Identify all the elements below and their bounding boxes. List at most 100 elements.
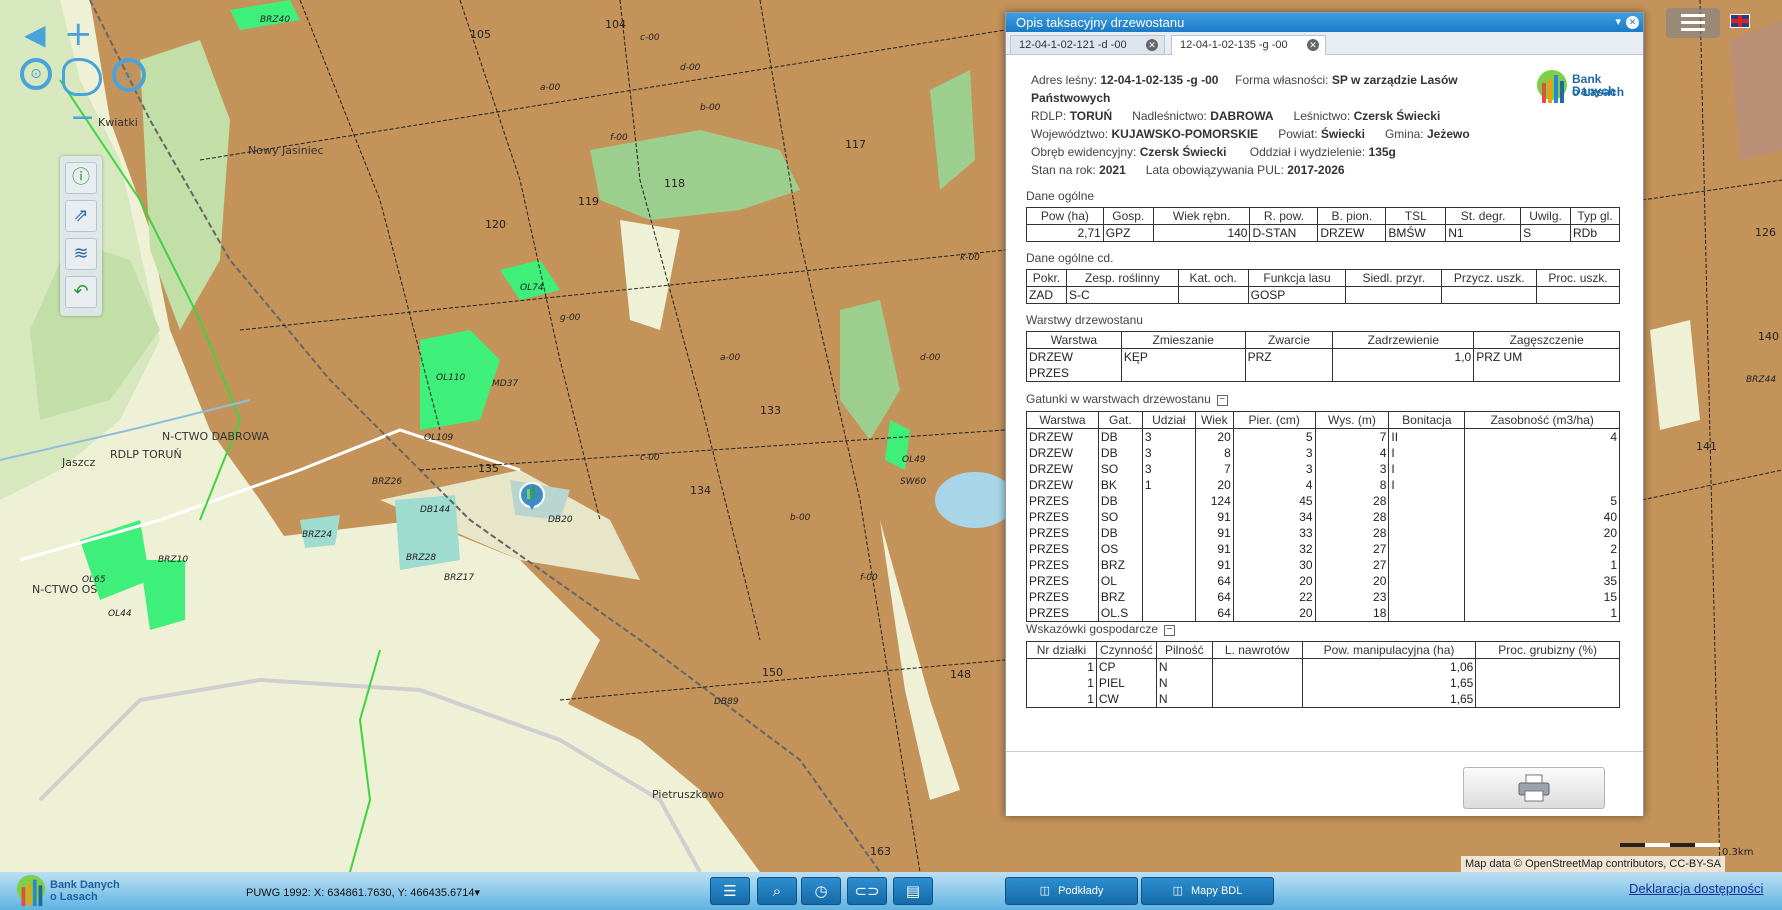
- basemaps-button[interactable]: ◫ Podkłady: [1005, 877, 1138, 905]
- info-line-1: Adres leśny: 12-04-1-02-135 -g -00 Forma…: [1031, 73, 1458, 105]
- table-cell: 7: [1314, 428, 1390, 445]
- table-cell: BK: [1097, 477, 1143, 493]
- svg-text:DB144: DB144: [420, 505, 451, 515]
- table-cell: 1,65: [1301, 691, 1477, 708]
- table-cell: PRZES: [1026, 557, 1099, 573]
- info-icon[interactable]: ⓘ: [65, 162, 97, 194]
- minimize-icon[interactable]: ▾: [1615, 13, 1621, 32]
- table-cell: 4: [1232, 477, 1316, 493]
- info-line-3: Województwo: KUJAWSKO-POMORSKIE Powiat: …: [1031, 127, 1470, 141]
- zoom-out-icon[interactable]: −: [70, 100, 95, 135]
- table-cell: [1141, 605, 1196, 622]
- print-button[interactable]: [1463, 767, 1605, 809]
- map-toolbar: ⓘ ⇗ ≋ ↶: [60, 156, 102, 316]
- link-button[interactable]: ⊂⊃: [847, 877, 887, 905]
- layers-database-icon[interactable]: ≋: [65, 238, 97, 270]
- place-nowy-jasiniec: Nowy Jasiniec: [248, 144, 324, 157]
- table-cell: [1388, 541, 1466, 557]
- table-cell: 2: [1464, 541, 1620, 557]
- locate-icon[interactable]: ⊙: [20, 58, 52, 90]
- table-cell: [1211, 658, 1303, 675]
- table-cell: [1141, 573, 1196, 589]
- legend-button[interactable]: ☰: [710, 877, 750, 905]
- table-row: PRZES DB 124 45 28 5: [1026, 493, 1620, 509]
- table-cell: 20: [1314, 573, 1390, 589]
- table-cell: 20: [1232, 573, 1316, 589]
- tab-121d[interactable]: 12-04-1-02-121 -d -00 ✕: [1010, 35, 1165, 54]
- tab-135g[interactable]: 12-04-1-02-135 -g -00 ✕: [1171, 35, 1326, 55]
- collapse-toggle-icon[interactable]: −: [1164, 625, 1176, 636]
- legend-icon: ☰: [723, 882, 737, 900]
- menu-button[interactable]: [1666, 8, 1720, 38]
- coords-dropdown-icon[interactable]: ▾: [475, 887, 481, 899]
- zoom-in-icon[interactable]: +: [64, 14, 93, 54]
- accessibility-link[interactable]: Deklaracja dostępności: [1629, 881, 1763, 896]
- bdl-logo-bottom[interactable]: Bank Danych o Lasach: [14, 874, 124, 908]
- info-line-5: Stan na rok: 2021 Lata obowiązywania PUL…: [1031, 163, 1345, 177]
- table-cell: II: [1388, 428, 1466, 445]
- table-row: DRZEW BK 1 20 4 8 I: [1026, 477, 1620, 493]
- print-map-button[interactable]: ▤: [893, 877, 933, 905]
- back-arrow-icon[interactable]: ↶: [65, 276, 97, 308]
- close-icon[interactable]: ✕: [1626, 16, 1639, 29]
- search-button[interactable]: ⌕: [757, 877, 797, 905]
- table-cell: OS: [1097, 541, 1143, 557]
- table-cell: 8: [1194, 445, 1234, 461]
- table-cell: 1: [1141, 477, 1196, 493]
- svg-text:118: 118: [664, 177, 685, 190]
- table-row: PRZES BRZ 64 22 23 15: [1026, 589, 1620, 605]
- table-cell: 23: [1314, 589, 1390, 605]
- tab-close-icon[interactable]: ✕: [1146, 39, 1158, 51]
- table-row: 1 CW N 1,65: [1026, 691, 1620, 708]
- table-row: 2,71 GPZ 140 D-STAN DRZEW BMŚW N1 S RDb: [1026, 224, 1620, 242]
- table-row: PRZES: [1026, 365, 1620, 382]
- svg-text:OL110: OL110: [436, 373, 466, 383]
- table-cell: 8: [1314, 477, 1390, 493]
- measure-icon[interactable]: ⇗: [65, 200, 97, 232]
- tab-close-icon[interactable]: ✕: [1307, 39, 1319, 51]
- dialog-title: Opis taksacyjny drzewostanu: [1016, 15, 1185, 30]
- table-cell: DB: [1097, 493, 1143, 509]
- table-cell: 64: [1194, 605, 1234, 622]
- table-cell: BRZ: [1097, 557, 1143, 573]
- bdl-maps-button[interactable]: ◫ Mapy BDL: [1141, 877, 1274, 905]
- table-cell: OL.S: [1097, 605, 1143, 622]
- table-cell: PRZES: [1026, 573, 1099, 589]
- search-icon: ⌕: [772, 882, 782, 900]
- table-cell: 3: [1232, 461, 1316, 477]
- place-nctwo-dabrowa: N-CTWO DABROWA: [162, 430, 270, 443]
- table-dane-ogolne-cd: Pokr. Zesp. roślinny Kat. och. Funkcja las…: [1026, 269, 1620, 304]
- table-cell: DB: [1097, 445, 1143, 461]
- svg-text:BRZ40: BRZ40: [260, 15, 290, 25]
- collapse-toggle-icon[interactable]: −: [1216, 395, 1228, 406]
- coordinate-readout[interactable]: PUWG 1992: X: 634861.7630, Y: 466435.671…: [246, 886, 480, 899]
- table-cell: 1,06: [1301, 658, 1477, 675]
- table-row: 1 CP N 1,06: [1026, 658, 1620, 675]
- svg-text:140: 140: [1758, 330, 1779, 343]
- table-cell: 64: [1194, 573, 1234, 589]
- svg-text:DB20: DB20: [548, 515, 573, 525]
- forest-address: 12-04-1-02-135 -g -00: [1100, 73, 1219, 87]
- svg-text:119: 119: [578, 195, 599, 208]
- basemaps-icon: ◫: [1039, 884, 1051, 897]
- section-warstwy: Warstwy drzewostanu: [1026, 313, 1143, 327]
- hamburger-icon: [1681, 14, 1705, 17]
- table-cell: 91: [1194, 525, 1234, 541]
- svg-text:a-00: a-00: [720, 353, 740, 363]
- dialog-titlebar[interactable]: Opis taksacyjny drzewostanu ▾ ✕: [1006, 13, 1643, 32]
- table-cell: 30: [1232, 557, 1316, 573]
- link-icon: ⊂⊃: [854, 882, 880, 900]
- region-select-icon[interactable]: [62, 58, 102, 96]
- table-cell: 18: [1314, 605, 1390, 622]
- timer-button[interactable]: ◷: [801, 877, 841, 905]
- dialog-tabs: 12-04-1-02-121 -d -00 ✕ 12-04-1-02-135 -…: [1006, 32, 1643, 55]
- zoom-search-icon[interactable]: ⌕: [112, 58, 146, 92]
- svg-text:141: 141: [1696, 440, 1717, 453]
- table-cell: [1388, 509, 1466, 525]
- table-cell: PRZES: [1026, 589, 1099, 605]
- pan-left-icon[interactable]: ◀: [24, 18, 46, 51]
- uk-flag-icon[interactable]: [1730, 14, 1750, 28]
- table-cell: 1: [1464, 605, 1620, 622]
- table-cell: 4: [1464, 428, 1620, 445]
- table-gatunki: Warstwa Gat. Udział Wiek Pier. (cm) Wys. (m)…: [1026, 411, 1620, 622]
